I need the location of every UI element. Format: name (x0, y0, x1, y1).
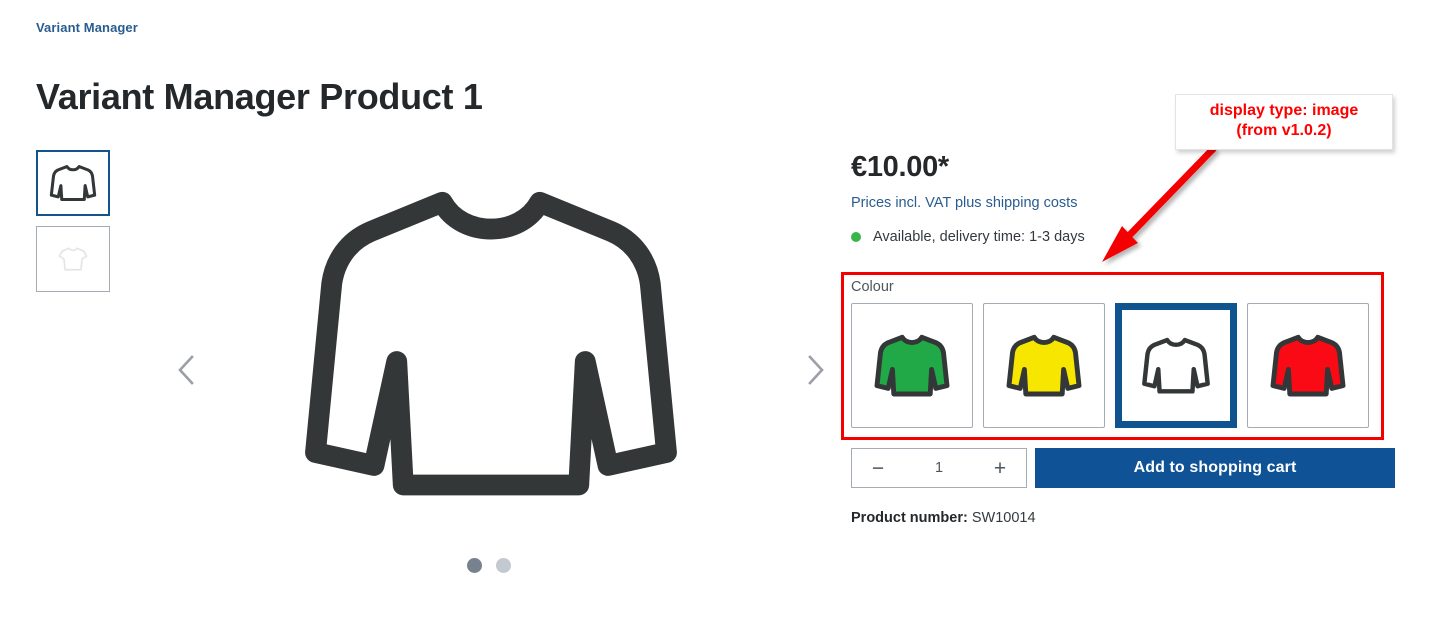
thumbnail-list (36, 150, 112, 302)
variant-colour-group: Colour (851, 278, 1381, 428)
chevron-left-icon (178, 355, 194, 385)
tshirt-placeholder-icon (58, 247, 88, 271)
annotation-line-2: (from v1.0.2) (1236, 122, 1332, 139)
chevron-right-icon (808, 355, 824, 385)
gallery-dot-2[interactable] (495, 558, 511, 573)
colour-option-white[interactable] (1115, 303, 1237, 428)
gallery-thumbnail-tshirt-placeholder[interactable] (36, 226, 110, 292)
purchase-row: − 1 + Add to shopping cart (851, 448, 1395, 488)
add-to-cart-button[interactable]: Add to shopping cart (1035, 448, 1395, 488)
variant-colour-options (851, 303, 1381, 428)
gallery-dots (146, 558, 831, 573)
shirt-swatch-green-icon (874, 334, 950, 396)
delivery-status: Available, delivery time: 1-3 days (851, 227, 1411, 247)
product-gallery (36, 150, 831, 580)
delivery-status-text: Available, delivery time: 1-3 days (873, 229, 1085, 245)
breadcrumb[interactable]: Variant Manager (36, 20, 138, 35)
gallery-dot-1[interactable] (466, 558, 482, 573)
annotation-callout: display type: image (from v1.0.2) (1175, 94, 1393, 150)
shirt-swatch-red-icon (1270, 334, 1346, 396)
variant-colour-label: Colour (851, 279, 894, 295)
product-number-value: SW10014 (971, 510, 1036, 526)
product-number: Product number: SW10014 (851, 508, 1036, 528)
shirt-swatch-yellow-icon (1006, 334, 1082, 396)
annotation-line-1: display type: image (1209, 102, 1359, 119)
quantity-input[interactable]: 1 (888, 460, 990, 476)
gallery-prev-button[interactable] (166, 348, 206, 392)
quantity-decrease-button[interactable]: − (868, 458, 888, 479)
availability-dot-icon (851, 232, 861, 242)
colour-option-red[interactable] (1247, 303, 1369, 428)
gallery-stage (146, 150, 831, 580)
colour-option-yellow[interactable] (983, 303, 1105, 428)
quantity-increase-button[interactable]: + (990, 458, 1010, 479)
gallery-next-button[interactable] (796, 348, 836, 392)
gallery-thumbnail-longsleeve[interactable] (36, 150, 110, 216)
tax-shipping-note[interactable]: Prices incl. VAT plus shipping costs (851, 193, 1411, 213)
product-number-label: Product number: (851, 510, 968, 526)
longsleeve-shirt-large-icon (305, 191, 677, 496)
shirt-swatch-white-icon (1142, 337, 1210, 394)
buy-box: €10.00* Prices incl. VAT plus shipping c… (851, 150, 1411, 247)
page-title: Variant Manager Product 1 (36, 76, 483, 118)
quantity-stepper: − 1 + (851, 448, 1027, 488)
longsleeve-shirt-icon (49, 165, 97, 201)
product-price: €10.00* (851, 151, 949, 183)
colour-option-green[interactable] (851, 303, 973, 428)
product-main-image[interactable] (296, 160, 686, 555)
